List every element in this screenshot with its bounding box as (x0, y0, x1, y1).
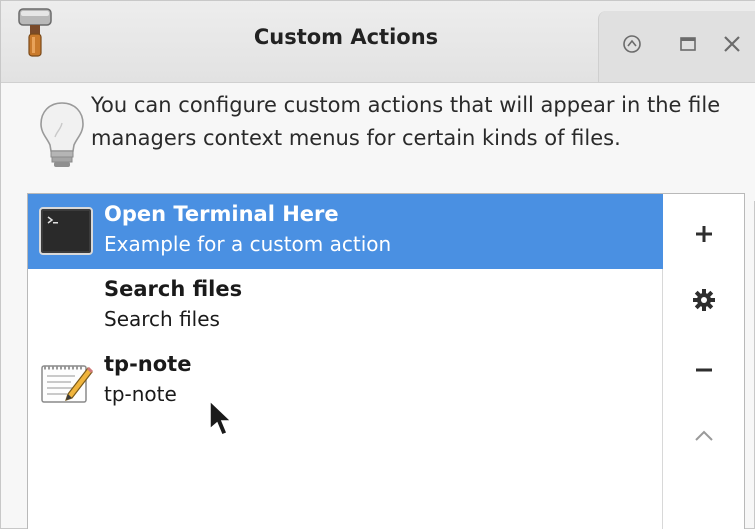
action-description: Example for a custom action (104, 232, 392, 256)
action-name: tp-note (104, 352, 192, 376)
actions-list[interactable]: Open Terminal Here Example for a custom … (28, 194, 663, 529)
info-section: You can configure custom actions that wi… (1, 83, 755, 201)
info-text: You can configure custom actions that wi… (91, 93, 721, 150)
list-item[interactable]: Search files Search files (28, 269, 663, 344)
close-icon[interactable] (717, 29, 747, 59)
custom-actions-window: Custom Actions You can configure custom … (0, 0, 755, 529)
mouse-cursor-icon (209, 399, 233, 436)
action-name: Open Terminal Here (104, 202, 339, 226)
actions-panel: Open Terminal Here Example for a custom … (27, 193, 745, 529)
action-name: Search files (104, 277, 243, 301)
maximize-icon[interactable] (673, 29, 703, 59)
list-item[interactable]: tp-note tp-note (28, 344, 663, 419)
shade-icon[interactable] (617, 29, 647, 59)
action-buttons (664, 194, 744, 529)
action-description: Search files (104, 307, 220, 331)
titlebar[interactable]: Custom Actions (1, 1, 755, 83)
window-controls (598, 11, 755, 83)
text-editor-icon (41, 365, 94, 403)
move-up-button[interactable] (684, 416, 724, 456)
terminal-icon (39, 207, 93, 255)
lightbulb-icon (40, 102, 84, 167)
action-description: tp-note (104, 382, 177, 406)
edit-action-button[interactable] (684, 280, 724, 320)
add-action-button[interactable] (684, 214, 724, 254)
list-item[interactable]: Open Terminal Here Example for a custom … (28, 194, 663, 269)
delete-action-button[interactable] (684, 350, 724, 390)
window-title: Custom Actions (253, 25, 439, 49)
